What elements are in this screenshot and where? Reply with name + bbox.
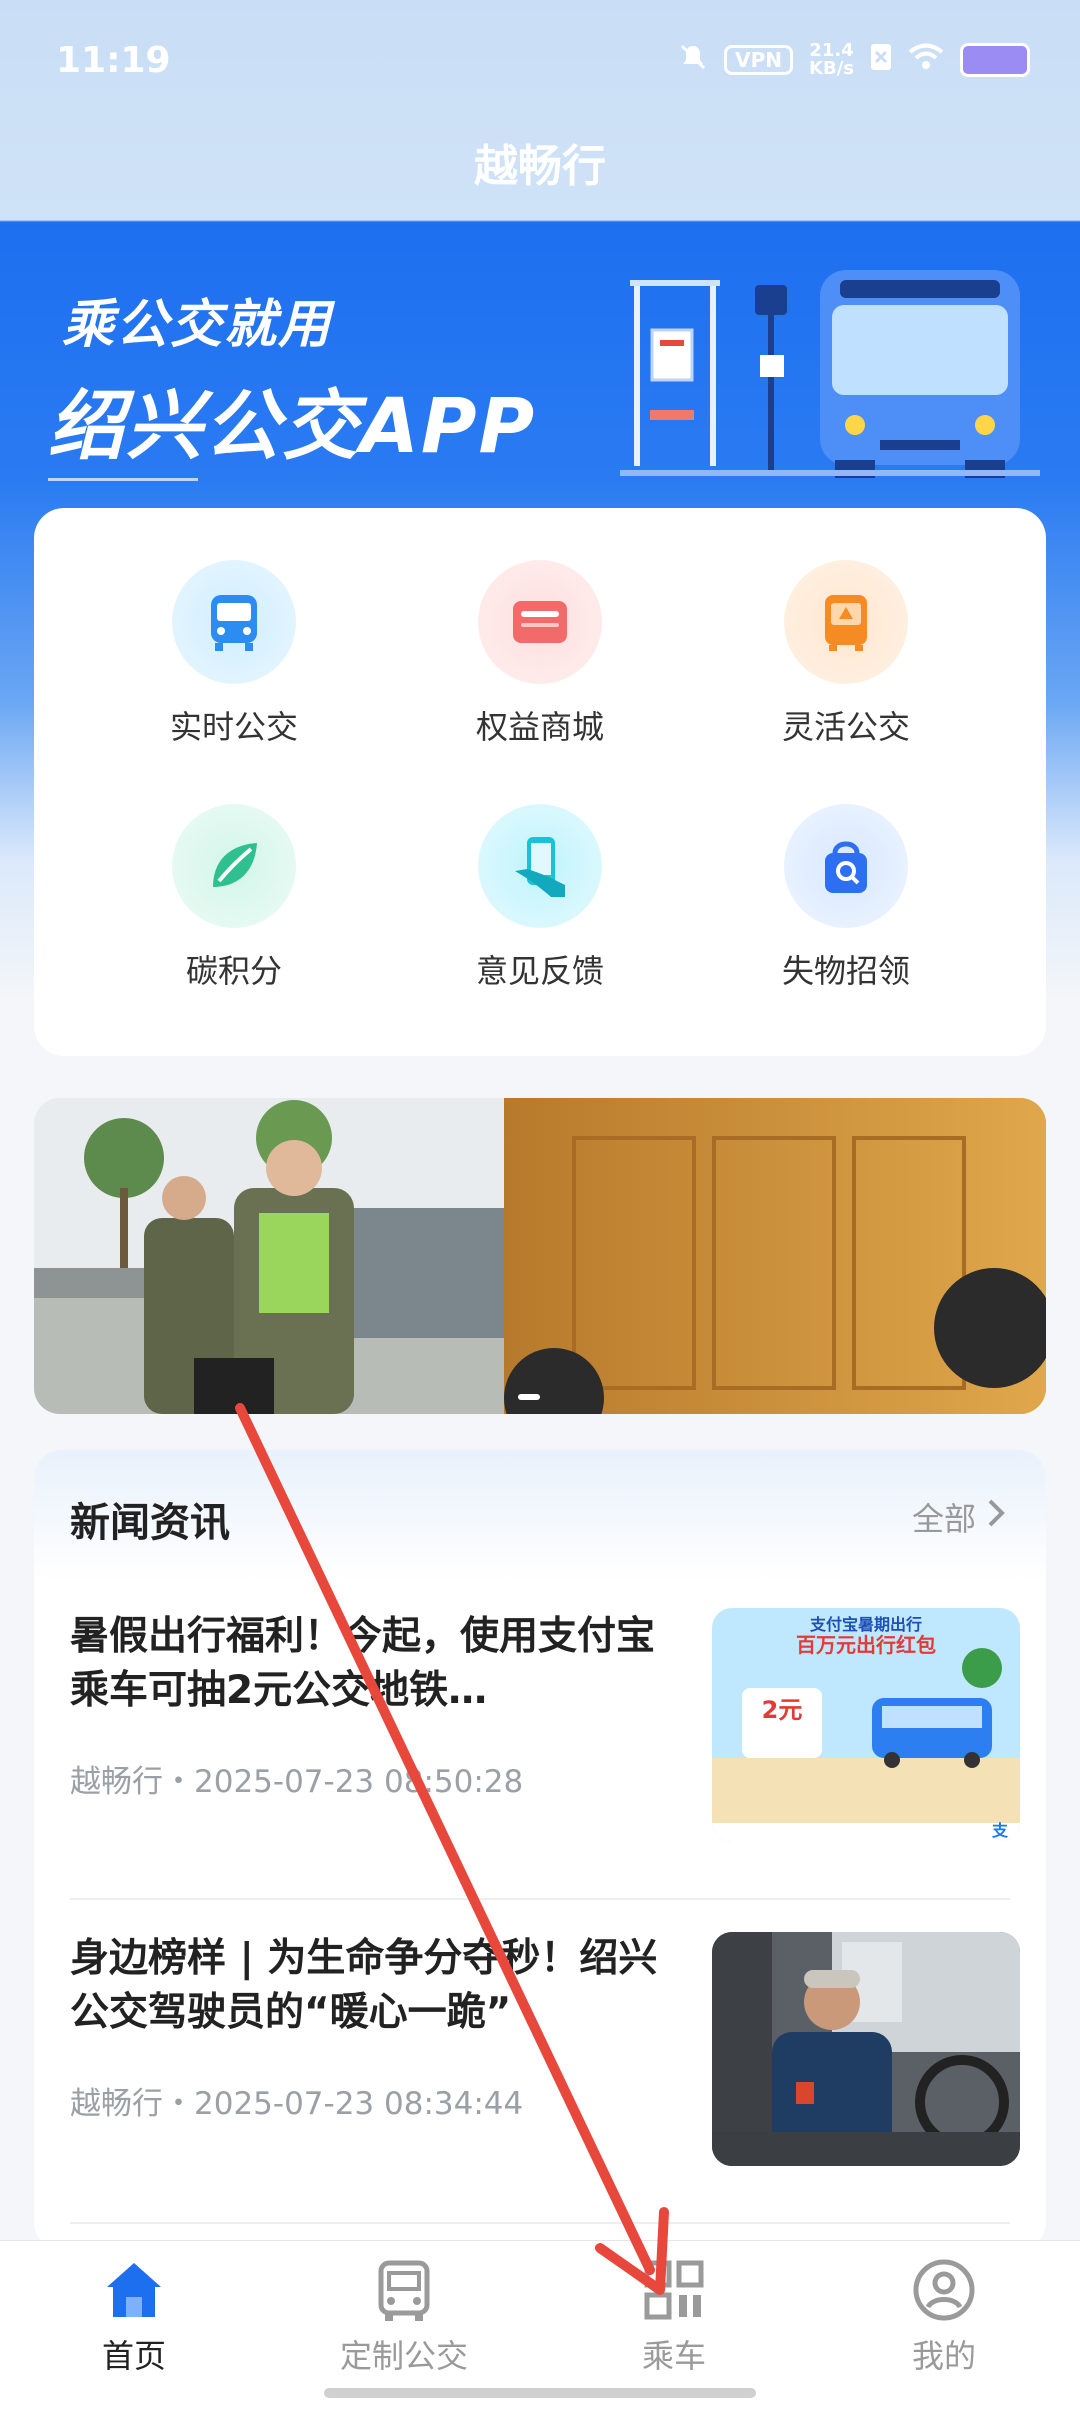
article-thumbnail — [712, 1932, 1020, 2166]
news-view-all-link[interactable]: 全部 — [912, 1494, 1006, 1540]
profile-icon — [844, 2257, 1044, 2327]
menu-item-feedback[interactable]: 意见反馈 — [390, 804, 690, 992]
article-divider — [70, 2222, 1010, 2224]
home-indicator — [324, 2388, 756, 2398]
banner-underline — [48, 478, 198, 481]
bottom-navigation: 首页 定制公交 乘车 我的 — [0, 2240, 1080, 2409]
chevron-right-icon — [986, 1497, 1006, 1537]
home-icon — [34, 2257, 234, 2327]
article-title: 身边榜样 | 为生命争分夺秒！绍兴公交驾驶员的“暖心一跪” — [70, 1936, 658, 2035]
nav-tab-home[interactable]: 首页 — [34, 2257, 234, 2377]
menu-label: 权益商城 — [475, 708, 604, 746]
menu-label: 失物招领 — [781, 952, 910, 990]
news-section: 新闻资讯 全部 暑假出行福利！今起，使用支付宝乘车可抽2元公交地铁… 越畅行・2… — [34, 1450, 1046, 2250]
card-icon — [478, 560, 602, 684]
thumb-text-2: 百万元出行红包 — [796, 1633, 936, 1657]
news-article-item[interactable]: 身边榜样 | 为生命争分夺秒！绍兴公交驾驶员的“暖心一跪” 越畅行・2025-0… — [70, 1932, 1020, 2166]
service-menu-card: 实时公交 权益商城 灵活公交 碳积分 意见反馈 失物招领 — [34, 508, 1046, 1056]
custom-bus-icon — [304, 2257, 504, 2327]
phone-hand-icon — [478, 804, 602, 928]
article-thumbnail: 支付宝暑期出行 百万元出行红包 2元 支 — [712, 1608, 1020, 1842]
thumb-text-3: 2元 — [762, 1696, 803, 1724]
menu-label: 灵活公交 — [781, 708, 910, 746]
rescue-team-photo — [34, 1098, 1046, 1414]
view-all-label: 全部 — [911, 1500, 976, 1538]
lost-bag-icon — [784, 804, 908, 928]
thumb-text-1: 支付宝暑期出行 — [809, 1615, 922, 1634]
banner-app-name: 绍兴公交APP — [48, 381, 537, 470]
vpn-badge: VPN — [724, 45, 794, 75]
article-title: 暑假出行福利！今起，使用支付宝乘车可抽2元公交地铁… — [70, 1614, 656, 1713]
status-icons: VPN 21.4 KB/s — [678, 42, 1030, 78]
nav-label: 乘车 — [641, 2337, 706, 2375]
status-bar: 11:19 VPN 21.4 KB/s — [0, 0, 1080, 120]
speed-unit: KB/s — [809, 58, 854, 79]
carousel-indicator — [518, 1394, 540, 1400]
nav-tab-ride[interactable]: 乘车 — [574, 2257, 774, 2377]
thumb-text-4: 支 — [991, 1821, 1009, 1840]
mute-icon — [678, 42, 708, 78]
battery-icon — [960, 43, 1030, 77]
menu-label: 意见反馈 — [475, 952, 604, 990]
menu-item-flexible-bus[interactable]: 灵活公交 — [696, 560, 996, 748]
news-article-item[interactable]: 暑假出行福利！今起，使用支付宝乘车可抽2元公交地铁… 越畅行・2025-07-2… — [70, 1608, 1020, 1842]
nav-label: 首页 — [101, 2337, 166, 2375]
news-photo-carousel[interactable] — [34, 1098, 1046, 1414]
news-section-title: 新闻资讯 — [70, 1500, 230, 1546]
menu-item-lost-and-found[interactable]: 失物招领 — [696, 804, 996, 992]
menu-item-realtime-bus[interactable]: 实时公交 — [84, 560, 384, 748]
nav-label: 我的 — [911, 2337, 976, 2375]
banner-slogan: 乘公交就用 — [62, 295, 333, 355]
status-time: 11:19 — [56, 40, 171, 81]
article-divider — [70, 1898, 1010, 1900]
menu-label: 实时公交 — [169, 708, 298, 746]
app-title: 越畅行 — [474, 141, 606, 192]
menu-item-carbon-points[interactable]: 碳积分 — [84, 804, 384, 992]
flexible-bus-icon — [784, 560, 908, 684]
no-sim-icon — [870, 43, 892, 77]
wifi-icon — [908, 43, 944, 77]
nav-tab-profile[interactable]: 我的 — [844, 2257, 1044, 2377]
alipay-promo-thumbnail: 支付宝暑期出行 百万元出行红包 2元 支 — [712, 1608, 1020, 1842]
qr-code-icon — [574, 2257, 774, 2327]
network-speed: 21.4 KB/s — [809, 42, 854, 78]
nav-label: 定制公交 — [339, 2337, 468, 2375]
bus-stop-illustration — [620, 270, 1040, 478]
bus-icon — [172, 560, 296, 684]
leaf-icon — [172, 804, 296, 928]
menu-item-rights-mall[interactable]: 权益商城 — [390, 560, 690, 748]
menu-label: 碳积分 — [185, 952, 282, 990]
bus-driver-photo — [712, 1932, 1020, 2166]
nav-tab-custom-bus[interactable]: 定制公交 — [304, 2257, 504, 2377]
